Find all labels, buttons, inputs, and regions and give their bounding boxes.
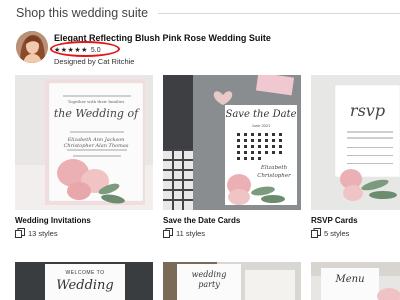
card-label[interactable]: Wedding Invitations bbox=[15, 216, 91, 225]
product-card-wedding-invitations[interactable]: Together with their families the Wedding… bbox=[15, 75, 153, 238]
card-styles-count: 11 styles bbox=[176, 228, 206, 238]
suite-info: Elegant Reflecting Blush Pink Rose Weddi… bbox=[16, 31, 396, 67]
designer-link[interactable]: Designed by Cat Ritchie bbox=[54, 57, 134, 66]
styles-icon bbox=[163, 228, 173, 238]
party-text1: wedding bbox=[191, 270, 227, 279]
card-styles[interactable]: 5 styles bbox=[311, 228, 349, 238]
std-name2: Christopher bbox=[257, 173, 291, 179]
card-styles[interactable]: 13 styles bbox=[15, 228, 58, 238]
welcome-text1: WELCOME TO bbox=[65, 270, 105, 276]
product-card-menu[interactable]: Menu bbox=[311, 262, 400, 300]
card-label[interactable]: RSVP Cards bbox=[311, 216, 358, 225]
product-card-save-the-date[interactable]: Save the Date June 2021 Elizabeth Christ… bbox=[163, 75, 301, 238]
product-card-wedding-party[interactable]: wedding party bbox=[163, 262, 301, 300]
card-styles[interactable]: 11 styles bbox=[163, 228, 205, 238]
invitation-line2: the Wedding of bbox=[53, 107, 139, 120]
red-highlight-circle bbox=[50, 41, 120, 57]
invitation-name2: Christopher Alan Thomas bbox=[63, 143, 129, 149]
rsvp-thumbnail[interactable]: rsvp bbox=[311, 75, 400, 210]
save-the-date-thumbnail[interactable]: Save the Date June 2021 Elizabeth Christ… bbox=[163, 75, 301, 210]
card-styles-count: 13 styles bbox=[28, 228, 58, 238]
designer-avatar[interactable] bbox=[16, 31, 48, 63]
header-divider bbox=[158, 12, 400, 14]
styles-icon bbox=[311, 228, 321, 238]
wedding-invitation-thumbnail[interactable]: Together with their families the Wedding… bbox=[15, 75, 153, 210]
invitation-line1: Together with their families bbox=[67, 99, 125, 104]
rsvp-title: rsvp bbox=[349, 101, 386, 120]
product-card-rsvp[interactable]: rsvp RSVP Cards 5 styles bbox=[311, 75, 400, 238]
std-title: Save the Date bbox=[225, 109, 297, 120]
card-styles-count: 5 styles bbox=[324, 228, 350, 238]
welcome-text2: Wedding bbox=[56, 278, 114, 293]
card-label[interactable]: Save the Date Cards bbox=[163, 216, 240, 225]
party-text2: party bbox=[198, 280, 220, 289]
std-name1: Elizabeth bbox=[260, 165, 288, 171]
std-date: June 2021 bbox=[251, 123, 271, 128]
styles-icon bbox=[15, 228, 25, 238]
section-header: Shop this wedding suite bbox=[16, 4, 400, 22]
product-card-welcome-sign[interactable]: WELCOME TO Wedding bbox=[15, 262, 153, 300]
section-title: Shop this wedding suite bbox=[16, 6, 149, 20]
menu-text1: Menu bbox=[335, 274, 365, 285]
